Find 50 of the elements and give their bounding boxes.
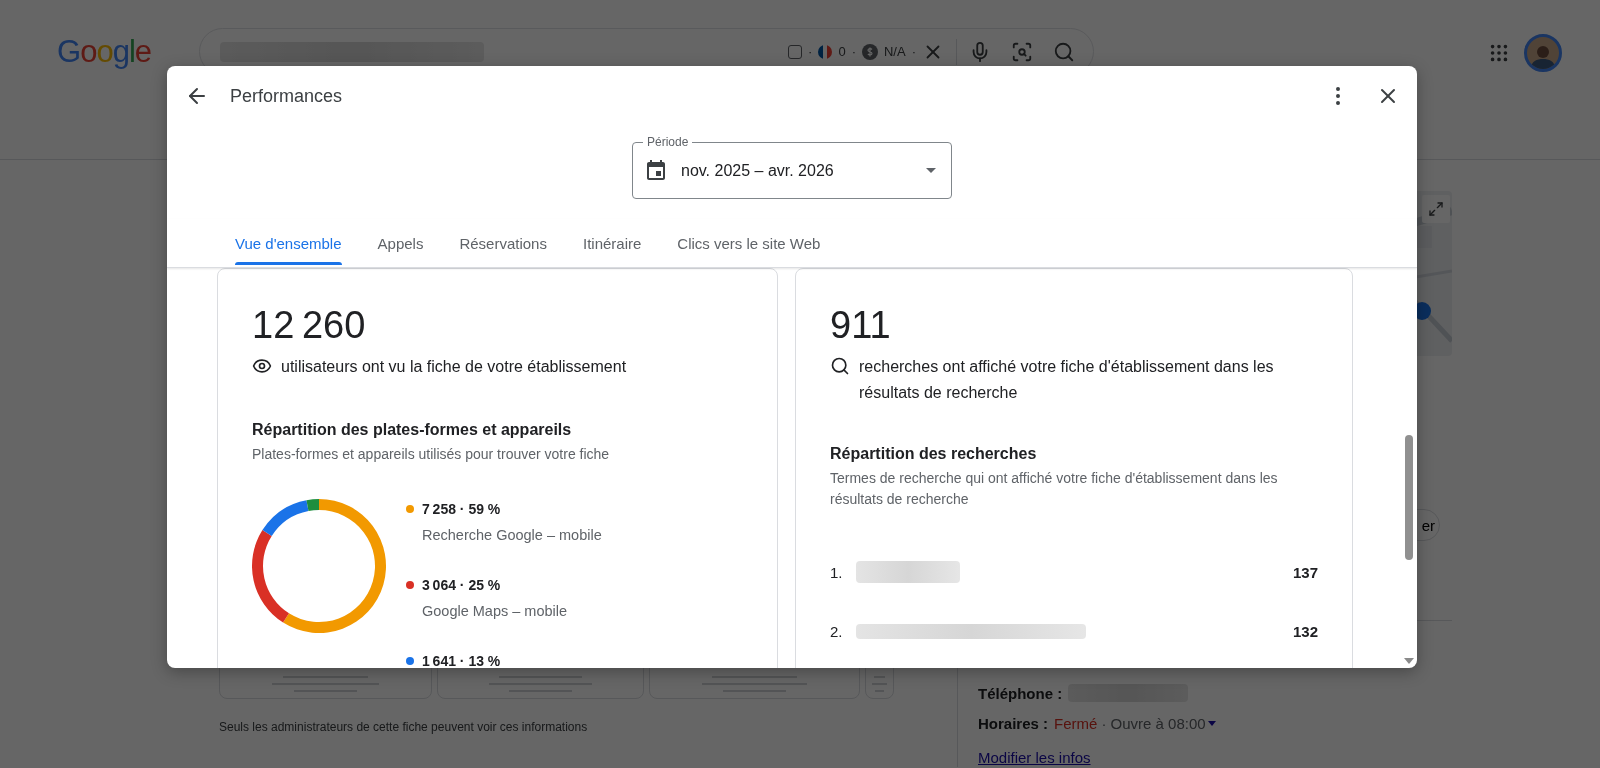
scroll-down-icon[interactable] <box>1404 658 1414 664</box>
dollar-icon <box>862 43 878 60</box>
section-subheading: Plates-formes et appareils utilisés pour trouver votre fiche <box>252 445 611 464</box>
eye-icon <box>252 356 272 376</box>
flag-icon <box>818 44 833 59</box>
term-count: 137 <box>1292 563 1318 581</box>
caret-icon[interactable] <box>1207 720 1216 726</box>
tab[interactable]: Appels <box>374 219 427 267</box>
extension-text: · <box>808 44 813 59</box>
period-field[interactable]: Période nov. 2025 – avr. 2026 <box>632 134 952 199</box>
total-count: 911 <box>830 303 892 347</box>
hours-status: Fermé <box>1054 714 1098 732</box>
extension-text: · <box>911 44 916 59</box>
total-count: 12 260 <box>252 303 367 347</box>
legend-label: Recherche Google – mobile <box>422 526 602 545</box>
dropdown-icon <box>926 168 936 173</box>
section-heading: Répartition des plates-formes et appareils <box>252 420 573 440</box>
search-icon[interactable] <box>1053 40 1075 63</box>
notice-text: Seuls les administrateurs de cette fiche peuvent voir ces informations <box>219 720 589 734</box>
apps-icon[interactable] <box>1488 42 1510 64</box>
tab[interactable]: Vue d'ensemble <box>232 219 345 267</box>
legend-value: 3 064 · 25 % <box>422 576 501 595</box>
hours-label: Horaires : <box>978 714 1049 732</box>
scrollbar-thumb[interactable] <box>1405 435 1413 560</box>
tab[interactable]: Clics vers le site Web <box>674 219 824 267</box>
term-rank: 1. <box>830 563 844 581</box>
hours-next: · Ouvre à 08:00 <box>1101 714 1206 732</box>
edit-link[interactable]: Modifier les infos <box>978 749 1091 766</box>
search-icon <box>830 356 850 376</box>
phone-label: Téléphone : <box>978 684 1063 702</box>
stat-caption: recherches ont affiché votre fiche d'établissement dans les résultats de recherche <box>859 357 1275 403</box>
dialog-title: Performances <box>230 85 344 107</box>
stat-caption: utilisateurs ont vu la fiche de votre établissement <box>281 357 627 377</box>
extension-text: 0 <box>838 44 846 59</box>
tab[interactable]: Itinéraire <box>579 219 645 267</box>
section-subheading: Termes de recherche qui ont affiché votre fiche d'établissement dans les résultats de recherche <box>830 469 1279 509</box>
checkbox[interactable] <box>788 44 803 59</box>
expand-icon[interactable] <box>1422 195 1450 223</box>
tab[interactable]: Réservations <box>456 219 550 267</box>
term-count: 132 <box>1292 622 1318 640</box>
legend-value: 7 258 · 59 % <box>422 500 501 519</box>
calendar-icon <box>644 158 668 183</box>
extension-text: N/A <box>884 44 906 59</box>
lens-icon[interactable] <box>1011 40 1033 63</box>
term-rank: 2. <box>830 622 844 640</box>
legend-value: 1 641 · 13 % <box>422 652 501 668</box>
section-heading: Répartition des recherches <box>830 444 1038 464</box>
legend-label: Google Maps – mobile <box>422 602 569 621</box>
extension-text: · <box>851 44 856 59</box>
avatar[interactable] <box>1524 34 1562 72</box>
